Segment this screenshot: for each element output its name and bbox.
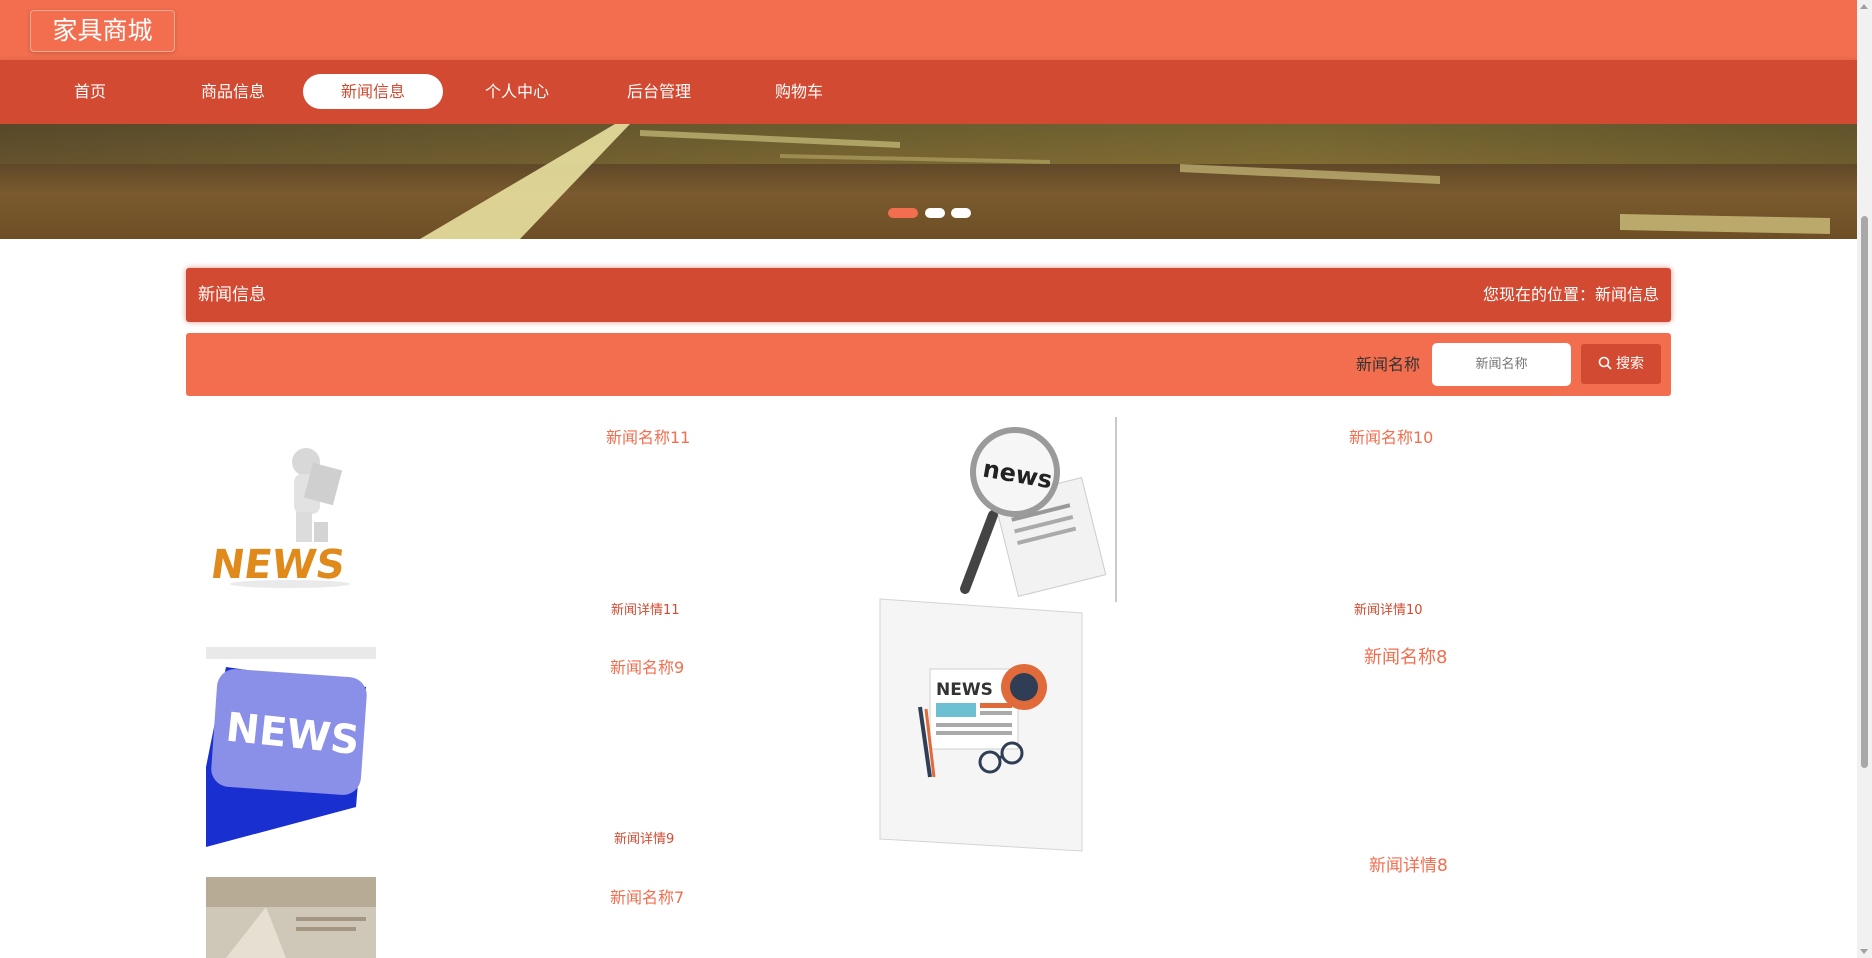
news-detail[interactable]: 新闻详情10 [1354, 599, 1423, 618]
search-input[interactable] [1432, 343, 1571, 386]
nav-home[interactable]: 首页 [40, 74, 140, 109]
news-detail[interactable]: 新闻详情11 [611, 599, 680, 618]
svg-text:NEWS: NEWS [936, 680, 993, 700]
main-nav: 首页 商品信息 新闻信息 个人中心 后台管理 购物车 [0, 60, 1857, 124]
news-thumbnail[interactable]: NEWS [210, 430, 370, 590]
top-header: 家具商城 [0, 0, 1857, 60]
section-title: 新闻信息 [198, 285, 266, 305]
news-detail[interactable]: 新闻详情9 [614, 828, 674, 847]
news-title[interactable]: 新闻名称7 [610, 884, 684, 908]
news-title[interactable]: 新闻名称8 [1364, 643, 1447, 669]
section-header: 新闻信息 您现在的位置：新闻信息 [186, 268, 1671, 322]
banner-road-image [420, 124, 1830, 239]
carousel-dot-2[interactable] [925, 208, 945, 218]
news-thumbnail[interactable] [206, 877, 376, 958]
search-button[interactable]: 搜索 [1581, 344, 1661, 384]
search-bar: 新闻名称 搜索 [186, 333, 1671, 396]
search-label: 新闻名称 [1356, 355, 1421, 374]
scroll-up-arrow-icon[interactable] [1860, 4, 1868, 9]
news-thumbnail[interactable]: news [955, 417, 1120, 602]
news-title[interactable]: 新闻名称9 [610, 654, 684, 678]
search-icon [1598, 356, 1612, 370]
news-figure-image: NEWS [210, 448, 350, 588]
news-title[interactable]: 新闻名称11 [606, 424, 690, 448]
news-thumbnail[interactable]: NEWS [206, 647, 376, 847]
carousel-dot-1[interactable] [888, 208, 918, 218]
banner-carousel[interactable] [0, 124, 1857, 239]
news-magnifier-image: news [960, 417, 1117, 602]
page-scrollbar[interactable] [1857, 0, 1872, 958]
scroll-down-arrow-icon[interactable] [1860, 949, 1868, 954]
scrollbar-thumb[interactable] [1861, 216, 1868, 768]
news-title[interactable]: 新闻名称10 [1349, 424, 1433, 448]
news-detail[interactable]: 新闻详情8 [1369, 851, 1448, 876]
news-thumbnail[interactable]: NEWS [878, 597, 1084, 852]
news-key-image: NEWS [206, 647, 376, 847]
news-paper-image: NEWS [879, 598, 1083, 852]
site-logo[interactable]: 家具商城 [30, 10, 175, 52]
nav-cart[interactable]: 购物车 [749, 74, 849, 109]
nav-products[interactable]: 商品信息 [183, 74, 283, 109]
news-newspaper-photo [206, 877, 376, 958]
search-button-label: 搜索 [1616, 356, 1644, 372]
carousel-dot-3[interactable] [951, 208, 971, 218]
nav-profile[interactable]: 个人中心 [467, 74, 567, 109]
nav-news[interactable]: 新闻信息 [303, 74, 443, 109]
nav-admin[interactable]: 后台管理 [609, 74, 709, 109]
breadcrumb: 您现在的位置：新闻信息 [1482, 285, 1659, 304]
